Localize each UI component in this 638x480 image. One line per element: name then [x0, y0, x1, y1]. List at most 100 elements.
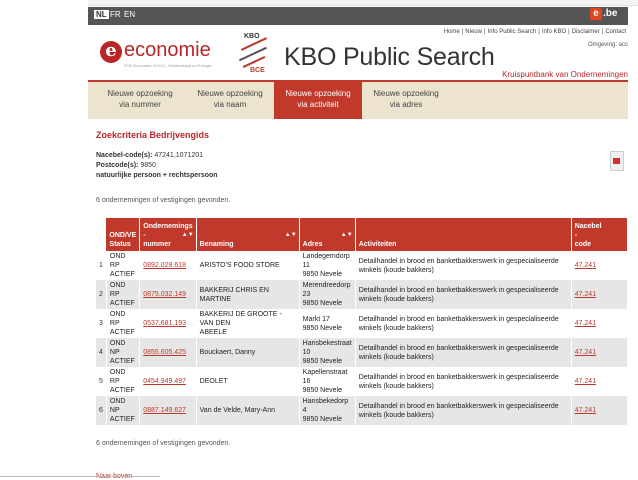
pdf-icon[interactable] [610, 151, 624, 171]
header-benaming-label: Benaming [199, 241, 234, 248]
kbo-mark-bottom: BCE [250, 67, 265, 74]
criteria-postcode-value: 9850 [140, 162, 156, 169]
row-index: 6 [96, 396, 107, 425]
row-activiteit: Detailhandel in brood en banketbakkerswe… [355, 251, 572, 280]
lang-en[interactable]: EN [124, 10, 135, 19]
row-adres: Kapellenstraat 16 9850 Nevele [299, 367, 356, 396]
row-adres: Hansbekestraat 10 9850 Nevele [299, 338, 356, 367]
row-index: 2 [96, 280, 107, 309]
link-info-kbo[interactable]: Info KBO [540, 29, 568, 35]
row-benaming-line: Bouckaert, Danny [199, 349, 256, 356]
row-benaming: Bouckaert, Danny [196, 338, 300, 367]
header-adres[interactable]: Adres ▲▼ [299, 218, 356, 251]
link-home[interactable]: Home [442, 29, 462, 35]
nacebel-link[interactable]: 47.241 [575, 378, 596, 385]
row-nummer: 0855.605.425 [139, 338, 197, 367]
header-status-line: OND/VE [109, 232, 137, 239]
be-logo[interactable]: e .be [590, 7, 620, 25]
link-info-public-search[interactable]: Info Public Search [486, 29, 539, 35]
table-header-row: OND/VE Status Ondernemings - nummer ▲▼ B… [96, 218, 629, 251]
row-activiteit: Detailhandel in brood en banketbakkerswe… [355, 280, 572, 309]
main-nav: Nieuwe opzoeking via nummer Nieuwe opzoe… [88, 80, 628, 119]
criteria-title: Zoekcriteria Bedrijvengids [96, 130, 210, 140]
nav-via-nummer[interactable]: Nieuwe opzoeking via nummer [96, 82, 184, 119]
row-nacebel: 47.241 [571, 309, 629, 338]
result-count-top: 6 ondernemingen of vestigingen gevonden. [96, 197, 231, 204]
row-status-line: ACTIEF [109, 329, 135, 336]
row-nummer: 0875.032.149 [139, 280, 197, 309]
header-nummer[interactable]: Ondernemings - nummer ▲▼ [139, 218, 197, 251]
row-adres-line: 9850 Nevele [302, 358, 342, 365]
enterprise-number-link[interactable]: 0875.032.149 [143, 291, 186, 298]
row-nummer: 0887.149.627 [139, 396, 197, 425]
header-benaming[interactable]: Benaming ▲▼ [196, 218, 300, 251]
table-row: 2 OND RP ACTIEF 0875.032.149 BAKKERIJ CHR… [96, 280, 629, 309]
row-adres-line: Hansbekedorp 4 [302, 398, 349, 414]
row-benaming: ARISTO'S FOOD STORE [196, 251, 300, 280]
nacebel-link[interactable]: 47.241 [575, 291, 596, 298]
nav-line: via adres [389, 100, 423, 109]
kbo-page: NL FR EN e .be Home | Nieuw | Info Public Se… [88, 5, 629, 480]
link-nieuw[interactable]: Nieuw [463, 29, 484, 35]
criteria-postcode: Postcode(s): 9850 [96, 162, 156, 169]
header-status[interactable]: OND/VE Status [106, 218, 141, 251]
row-nacebel: 47.241 [571, 338, 629, 367]
row-activiteit-line: winkels (koude bakkers) [358, 266, 434, 274]
nav-via-naam[interactable]: Nieuwe opzoeking via naam [186, 82, 274, 119]
header-activiteiten: Activiteiten [355, 218, 572, 251]
criteria-nacebel-value: 47241,1071201 [154, 152, 204, 159]
link-contact[interactable]: Contact [603, 29, 628, 35]
row-status-line: ACTIEF [109, 300, 135, 307]
nav-via-activiteit[interactable]: Nieuwe opzoeking via activiteit [274, 82, 362, 119]
enterprise-number-link[interactable]: 0454.949.497 [143, 378, 186, 385]
row-status: OND NP ACTIEF [106, 396, 141, 425]
table-row: 3 OND RP ACTIEF 0537.681.193 BAKKERIJ DE … [96, 309, 629, 338]
header-activiteiten-label: Activiteiten [358, 241, 397, 248]
row-nacebel: 47.241 [571, 251, 629, 280]
enterprise-number-link[interactable]: 0855.605.425 [143, 349, 186, 356]
enterprise-number-link[interactable]: 0892.029.618 [143, 262, 186, 269]
lang-fr[interactable]: FR [110, 10, 121, 19]
row-status-line: ACTIEF [109, 387, 135, 394]
row-status-line: ACTIEF [109, 358, 135, 365]
enterprise-number-link[interactable]: 0537.681.193 [143, 320, 186, 327]
row-status-line: ACTIEF [109, 271, 135, 278]
page-subtitle: Kruispuntbank van Ondernemingen [502, 70, 628, 79]
table-row: 1 OND RP ACTIEF 0892.029.618 ARISTO'S FOO… [96, 251, 629, 280]
sort-icon[interactable]: ▲▼ [285, 231, 297, 240]
row-index: 3 [96, 309, 107, 338]
lang-nl[interactable]: NL [94, 10, 109, 19]
row-activiteit-line: winkels (koude bakkers) [358, 411, 434, 419]
row-activiteit: Detailhandel in brood en banketbakkerswe… [355, 367, 572, 396]
economie-logo[interactable]: e economie FOD Economie, K.M.O., Middens… [100, 37, 212, 71]
language-bar: NL FR EN e .be [88, 7, 628, 25]
row-activiteit-line: Detailhandel in brood en banketbakkerswe… [358, 373, 559, 381]
sort-icon[interactable]: ▲▼ [341, 231, 353, 240]
row-adres-line: 9850 Nevele [302, 271, 342, 278]
header-nacebel-line: Nacebel [574, 223, 602, 230]
row-adres: Markt 17 9850 Nevele [299, 309, 356, 338]
nacebel-link[interactable]: 47.241 [575, 407, 596, 414]
nacebel-link[interactable]: 47.241 [575, 349, 596, 356]
result-count-bottom: 6 ondernemingen of vestigingen gevonden. [96, 440, 231, 447]
table-row: 6 OND NP ACTIEF 0887.149.627 Van de Velde… [96, 396, 629, 425]
nav-line: via naam [213, 100, 247, 109]
row-activiteit: Detailhandel in brood en banketbakkerswe… [355, 338, 572, 367]
economie-logo-word: economie [124, 39, 211, 61]
left-margin [0, 0, 88, 479]
be-logo-mark: e [590, 8, 602, 20]
row-activiteit-line: Detailhandel in brood en banketbakkerswe… [358, 344, 559, 352]
row-status-line: ACTIEF [109, 416, 135, 423]
row-benaming-line: Van de Velde, Mary-Ann [199, 407, 276, 414]
link-disclaimer[interactable]: Disclaimer [570, 29, 602, 35]
row-adres-line: 9850 Nevele [302, 300, 342, 307]
nacebel-link[interactable]: 47.241 [575, 320, 596, 327]
sort-icon[interactable]: ▲▼ [182, 231, 194, 240]
row-status-line: OND NP [109, 398, 126, 414]
environment-label: Omgeving: acc [587, 42, 628, 48]
enterprise-number-link[interactable]: 0887.149.627 [143, 407, 186, 414]
nav-via-adres[interactable]: Nieuwe opzoeking via adres [362, 82, 450, 119]
criteria-type: natuurlijke persoon + rechtspersoon [96, 172, 218, 179]
nacebel-link[interactable]: 47.241 [575, 262, 596, 269]
row-activiteit-line: winkels (koude bakkers) [358, 295, 434, 303]
